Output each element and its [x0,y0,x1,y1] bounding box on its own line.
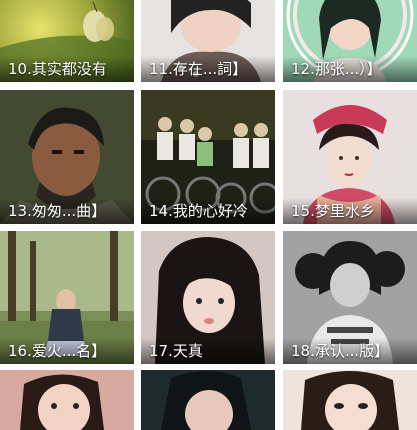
grid-tile-18[interactable]: 18.承认...版】 [283,231,417,364]
grid-tile-20[interactable] [141,370,275,430]
grid-tile-21[interactable] [283,370,417,430]
thumbnail-image [0,370,134,430]
tile-caption: 16.爱火...名】 [0,338,134,364]
tile-caption: 15.梦里水乡 [283,198,417,224]
grid-tile-15[interactable]: 15.梦里水乡 [283,90,417,224]
tile-caption: 13.匆匆...曲】 [0,198,134,224]
tile-caption: 11.存在...詞】 [141,56,275,82]
tile-caption: 14.我的心好冷 [141,198,275,224]
grid-tile-10[interactable]: 10.其实都没有 [0,0,134,82]
grid-tile-14[interactable]: 14.我的心好冷 [141,90,275,224]
tile-caption: 10.其实都没有 [0,56,134,82]
tile-caption: 18.承认...版】 [283,338,417,364]
grid-tile-16[interactable]: 16.爱火...名】 [0,231,134,364]
tile-caption: 17.天真 [141,338,275,364]
thumbnail-grid: 10.其实都没有 11.存在...詞】 12.那张...）】 13.匆匆...曲… [0,0,417,430]
thumbnail-image [283,370,417,430]
grid-tile-11[interactable]: 11.存在...詞】 [141,0,275,82]
thumbnail-image [141,370,275,430]
grid-tile-13[interactable]: 13.匆匆...曲】 [0,90,134,224]
grid-tile-19[interactable] [0,370,134,430]
grid-tile-17[interactable]: 17.天真 [141,231,275,364]
grid-tile-12[interactable]: 12.那张...）】 [283,0,417,82]
tile-caption: 12.那张...）】 [283,56,417,82]
